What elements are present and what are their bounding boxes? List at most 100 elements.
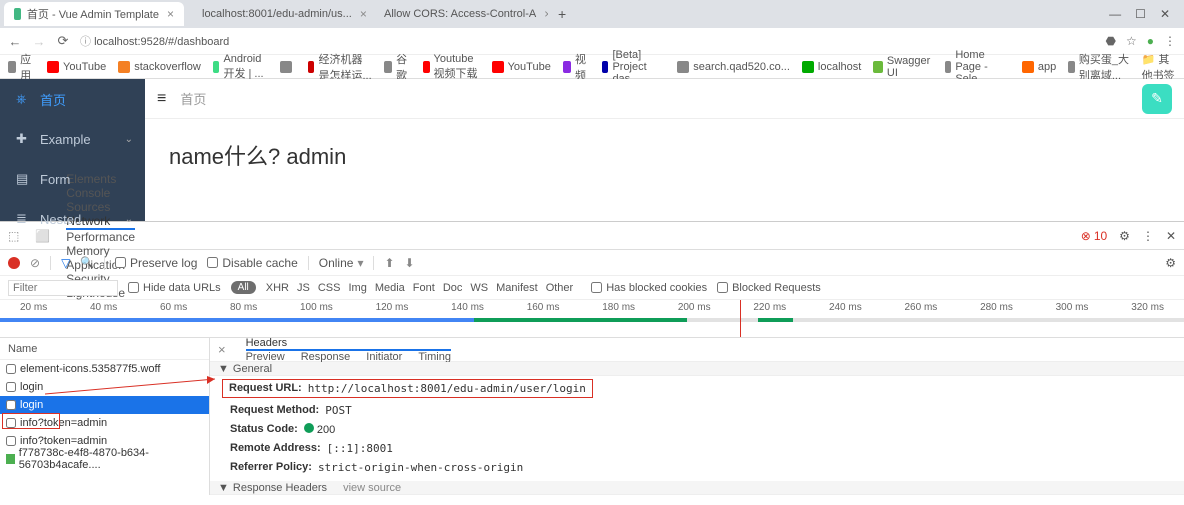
filter-type[interactable]: Other [546,282,574,294]
filter-type[interactable]: WS [470,282,488,294]
tab-title: localhost:8001/edu-admin/us... [202,8,352,20]
bookmark-item[interactable]: stackoverflow [118,61,201,73]
close-icon[interactable]: × [360,7,366,21]
detail-tab[interactable]: Preview [246,351,285,363]
bookmark-item[interactable]: YouTube [47,61,106,73]
hamburger-icon[interactable]: ≡ [157,90,166,108]
bookmark-item[interactable]: Android 开发 | ... [213,53,268,81]
maximize-icon[interactable]: ☐ [1135,7,1146,21]
filter-type[interactable]: Img [348,282,366,294]
detail-tab[interactable]: Headers [246,337,451,351]
window-controls: — ☐ ✕ [1109,7,1180,21]
tab-title: Allow CORS: Access-Control-A [384,8,536,20]
request-row[interactable]: element-icons.535877f5.woff [0,360,209,378]
disable-cache-checkbox[interactable]: Disable cache [207,256,297,270]
filter-icon[interactable]: ▽ [61,256,70,270]
new-tab-button[interactable]: + [550,6,574,22]
menu-icon: ⎈ [16,91,30,107]
extension-icon[interactable]: ⬣ [1106,34,1116,48]
page-title: name什么? admin [145,119,1184,191]
bookmark-item[interactable] [280,61,296,73]
bookmark-item[interactable]: YouTube [492,61,551,73]
sidebar-item[interactable]: ▤Form [0,159,145,199]
hide-data-urls-checkbox[interactable]: Hide data URLs [128,282,221,294]
column-header-name[interactable]: Name [0,338,209,360]
breadcrumb[interactable]: 首页 [180,89,206,108]
filter-type[interactable]: JS [297,282,310,294]
throttle-select[interactable]: Online ▾ [319,256,364,270]
bookmark-item[interactable]: Swagger UI [873,55,932,79]
filter-type[interactable]: Manifest [496,282,538,294]
gear-icon[interactable]: ⚙ [1119,229,1130,243]
has-blocked-cookies-checkbox[interactable]: Has blocked cookies [591,282,707,294]
bookmark-item[interactable]: 购买蛋_大别离域... [1068,51,1129,83]
sidebar-item[interactable]: ⎈首页 [0,79,145,119]
blocked-requests-checkbox[interactable]: Blocked Requests [717,282,821,294]
detail-tab[interactable]: Initiator [366,351,402,363]
timeline-tick: 200 ms [678,302,711,313]
avatar[interactable]: ✎ [1142,84,1172,114]
back-icon[interactable]: ← [8,34,22,49]
minimize-icon[interactable]: — [1109,7,1121,21]
profile-icon[interactable]: ● [1147,34,1154,48]
filter-type[interactable]: CSS [318,282,341,294]
error-badge[interactable]: ⊗ 10 [1081,229,1107,243]
close-icon[interactable]: × [544,7,548,21]
url-field[interactable]: ⓘ localhost:9528/#/dashboard [80,33,1096,49]
chevron-down-icon: ⌄ [125,134,133,145]
sidebar-item[interactable]: ≣Nested⌄ [0,199,145,239]
request-row[interactable]: login [0,396,209,414]
browser-tab[interactable]: 首页 - Vue Admin Template × [4,2,184,26]
bookmarks-overflow[interactable]: 📁 其他书签 [1142,51,1176,83]
preserve-log-checkbox[interactable]: Preserve log [115,256,197,270]
download-icon[interactable]: ⬇ [405,256,415,270]
filter-input[interactable] [8,280,118,296]
forward-icon[interactable]: → [32,34,46,49]
upload-icon[interactable]: ⬆ [384,256,394,270]
browser-tab[interactable]: Allow CORS: Access-Control-A × [368,2,548,26]
close-icon[interactable]: ✕ [1166,229,1176,243]
bookmark-item[interactable]: localhost [802,61,861,73]
clear-icon[interactable]: ⊘ [30,256,40,270]
chevron-down-icon: ⌄ [125,214,133,225]
detail-tabs: × HeadersPreview Response Initiator Timing [210,338,1184,362]
view-source-link[interactable]: view source [343,482,401,494]
menu-icon[interactable]: ⋮ [1164,34,1176,48]
close-icon[interactable]: ✕ [1160,7,1170,21]
annotation-box [2,413,60,429]
filter-type[interactable]: Media [375,282,405,294]
filter-type[interactable]: Doc [443,282,463,294]
sidebar-item[interactable]: ✚Example⌄ [0,119,145,159]
request-row[interactable]: login [0,378,209,396]
reload-icon[interactable]: ⟳ [56,33,70,49]
bookmark-item[interactable]: 视频 [563,51,590,83]
bookmark-item[interactable]: 经济机器是怎样运... [308,51,372,83]
general-section-header[interactable]: ▼ General [210,362,1184,376]
record-icon[interactable] [8,257,20,269]
request-row[interactable]: f778738c-e4f8-4870-b634-56703b4acafe.... [0,450,209,468]
bookmark-item[interactable]: app [1022,61,1056,73]
browser-tab[interactable]: localhost:8001/edu-admin/us... × [186,2,366,26]
bookmark-item[interactable]: search.qad520.co... [677,61,790,73]
response-headers-section-header[interactable]: ▼ Response Headersview source [210,481,1184,495]
gear-icon[interactable]: ⚙ [1165,256,1176,270]
network-toolbar: ⊘ ▽ 🔍 Preserve log Disable cache Online … [0,250,1184,276]
bookmark-item[interactable]: 应用 [8,51,35,83]
filter-all-button[interactable]: All [231,281,256,294]
bookmark-item[interactable]: 谷歌 [384,51,411,83]
timeline-tick: 300 ms [1056,302,1089,313]
close-icon[interactable]: × [218,342,226,357]
bookmark-star-icon[interactable]: ☆ [1126,34,1137,48]
bookmark-item[interactable]: Youtube视频下载 [423,53,480,81]
filter-type[interactable]: Font [413,282,435,294]
detail-tab[interactable]: Timing [418,351,451,363]
network-timeline[interactable]: 20 ms40 ms60 ms80 ms100 ms120 ms140 ms16… [0,300,1184,338]
filter-type[interactable]: XHR [266,282,289,294]
app-area: ⎈首页✚Example⌄▤Form≣Nested⌄ ≡ 首页 ✎ name什么?… [0,79,1184,221]
more-icon[interactable]: ⋮ [1142,229,1154,243]
search-icon[interactable]: 🔍 [80,256,94,269]
close-icon[interactable]: × [167,7,174,21]
tab-title: 首页 - Vue Admin Template [27,6,159,22]
detail-tab[interactable]: Response [301,351,351,363]
timeline-tick: 100 ms [300,302,333,313]
